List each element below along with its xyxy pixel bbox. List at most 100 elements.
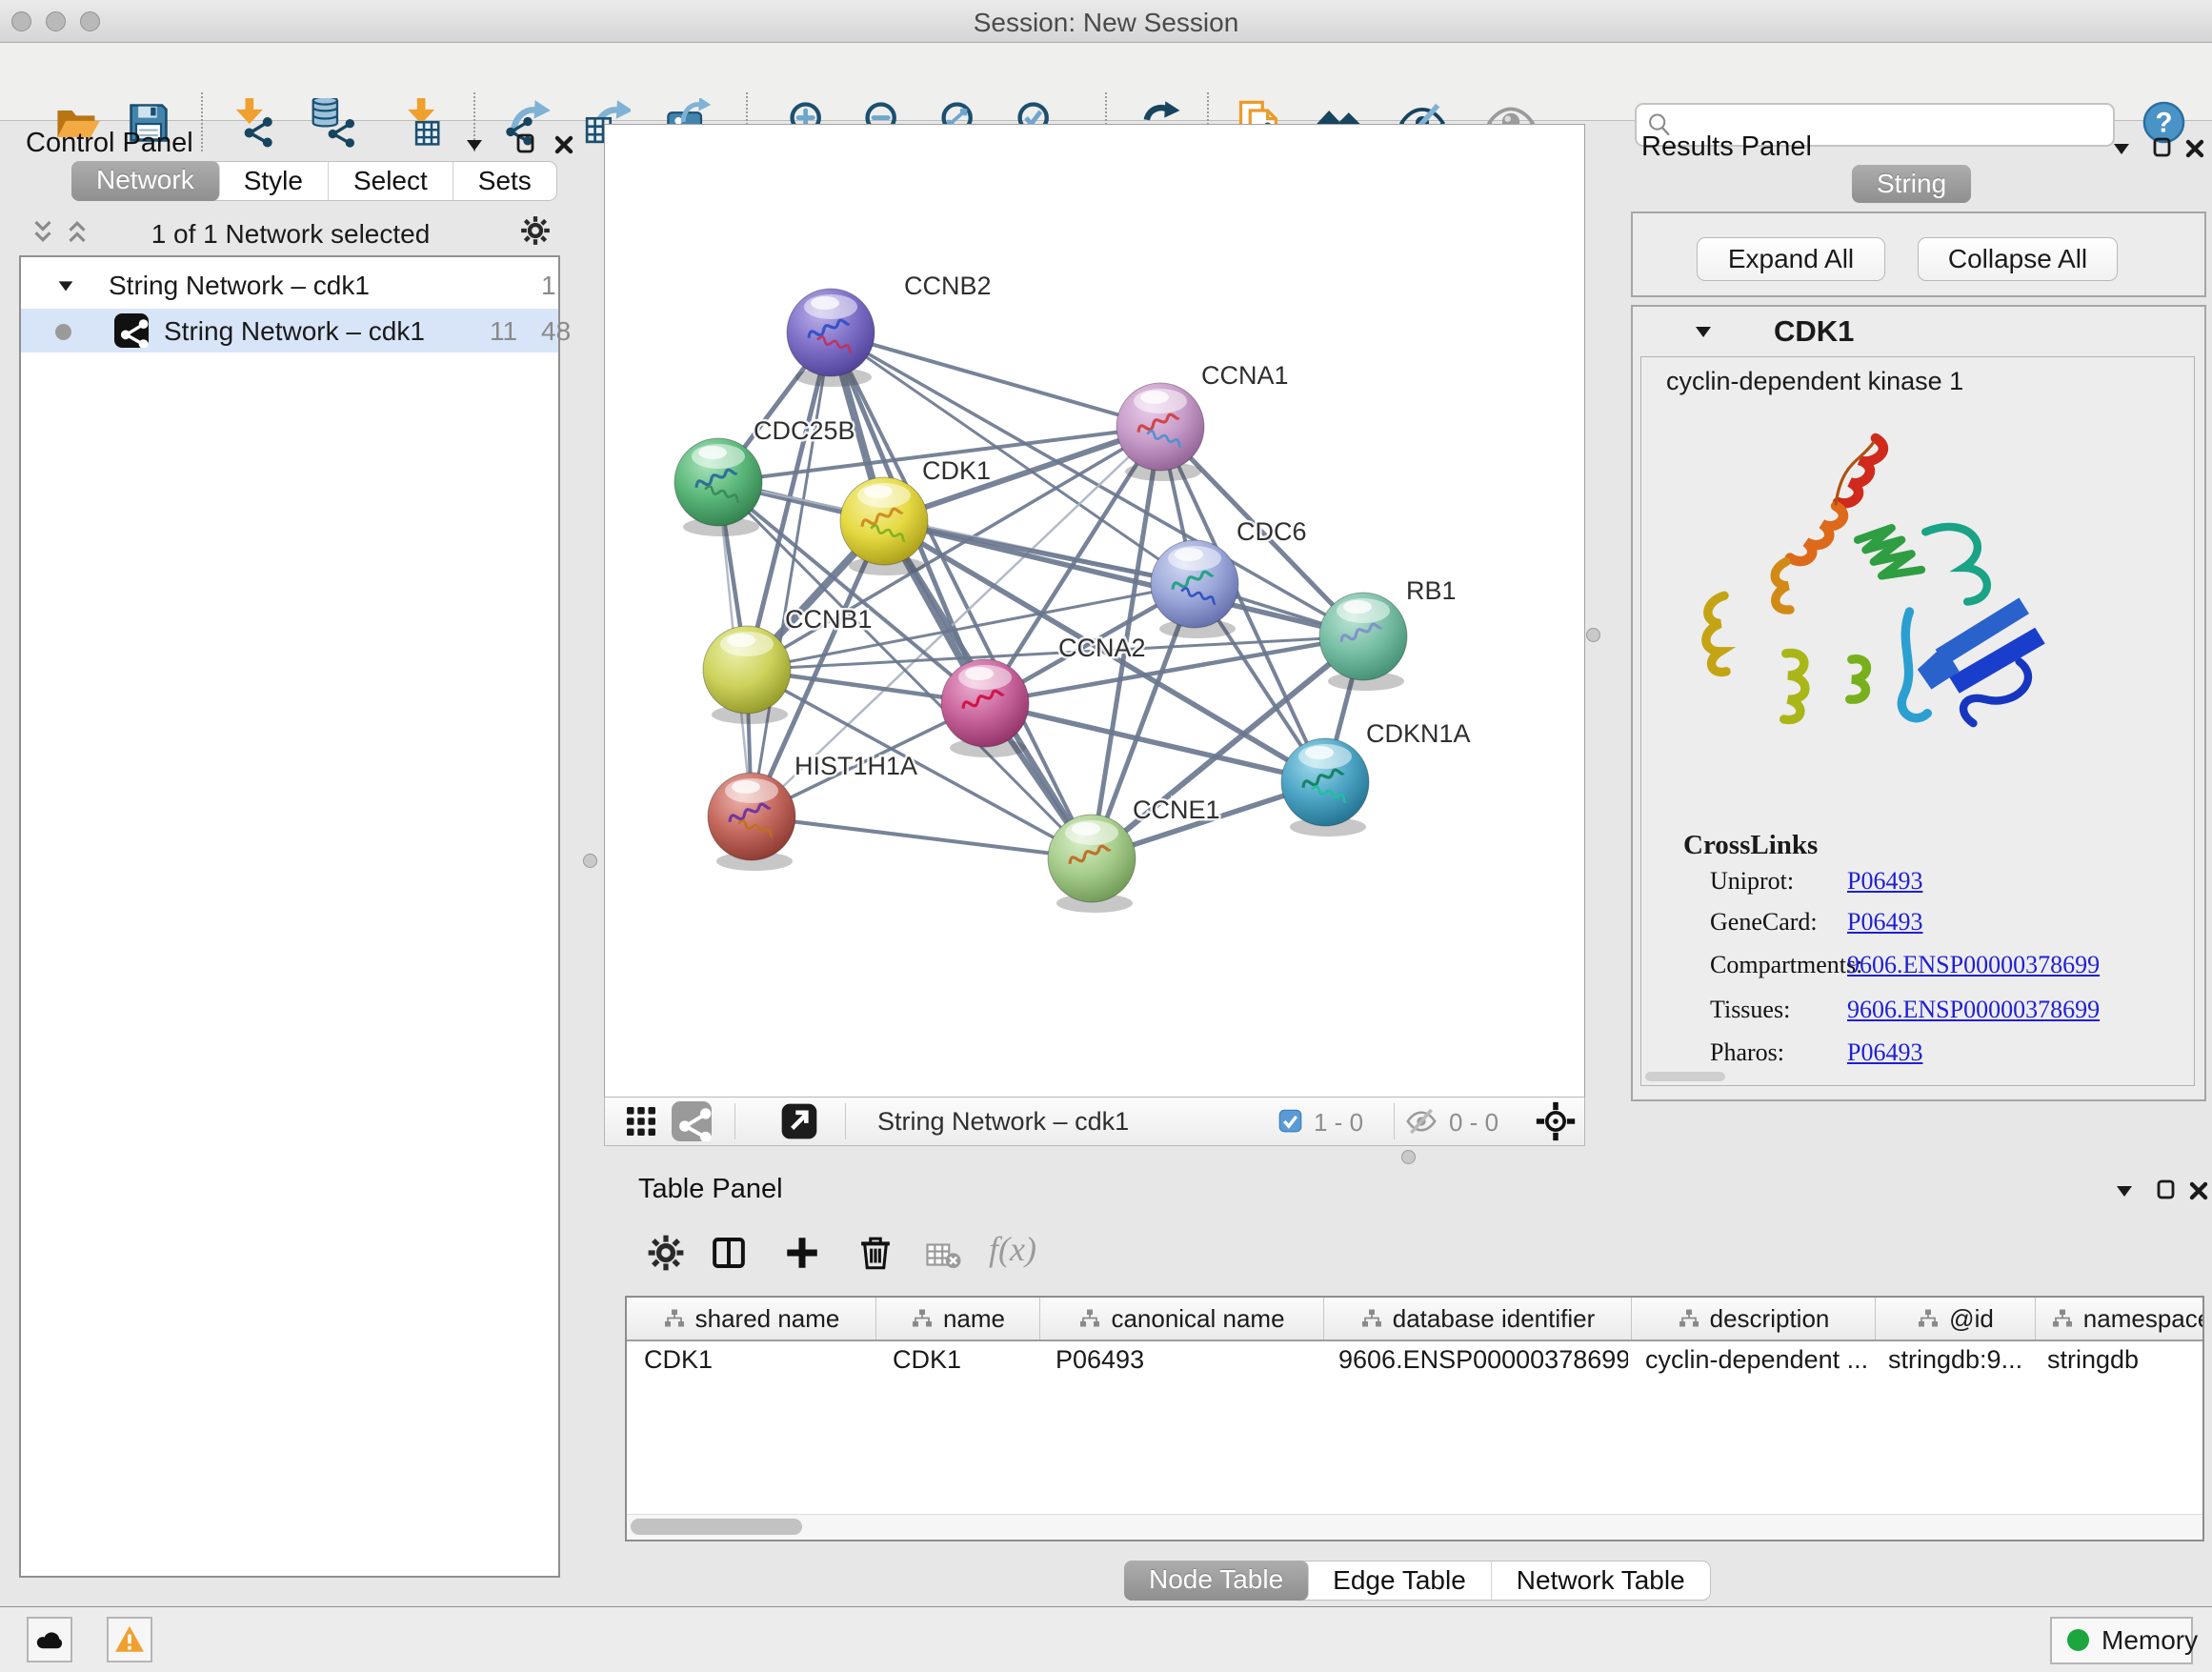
table-cell[interactable]: cyclin-dependent ... <box>1628 1340 1871 1380</box>
network-collection-row[interactable]: String Network – cdk1 1 <box>21 265 558 309</box>
node-CDK1[interactable]: CDK1 <box>840 456 991 575</box>
crosslink-row: Uniprot:P06493 <box>1710 867 1922 896</box>
column-header-canonical-name[interactable]: canonical name <box>1040 1298 1324 1340</box>
tab-string[interactable]: String <box>1852 165 1971 203</box>
control-panel-collapse-icon[interactable] <box>463 133 486 156</box>
column-header-description[interactable]: description <box>1632 1298 1876 1340</box>
attribute-icon <box>1678 1307 1700 1330</box>
collection-expander-icon[interactable] <box>55 275 76 296</box>
crosslink-link[interactable]: P06493 <box>1847 1038 1922 1066</box>
table-options-gear-icon[interactable] <box>646 1233 686 1273</box>
crosslink-row: GeneCard:P06493 <box>1710 908 1922 937</box>
control-panel-close-icon[interactable] <box>553 133 575 156</box>
node-CDC6[interactable]: CDC6 <box>1151 517 1307 638</box>
table-hscrollbar-thumb[interactable] <box>631 1519 802 1535</box>
tab-node-table[interactable]: Node Table <box>1124 1561 1309 1601</box>
toolbar-separator <box>1394 1103 1395 1139</box>
selected-checkbox-icon[interactable] <box>1277 1108 1303 1134</box>
crosslink-link[interactable]: P06493 <box>1847 908 1922 936</box>
crosslink-row: Pharos:P06493 <box>1710 1038 1922 1067</box>
network-label: String Network – cdk1 <box>164 316 425 347</box>
network-tree: String Network – cdk1 1 String Network –… <box>19 255 560 1578</box>
add-column-icon[interactable] <box>782 1233 822 1273</box>
grid-view-icon[interactable] <box>622 1102 660 1140</box>
crosslink-label: Tissues: <box>1710 996 1847 1024</box>
edge-CCNB2-HIST1H1A[interactable] <box>752 332 831 816</box>
tab-style[interactable]: Style <box>219 162 329 200</box>
table-cell[interactable]: 9606.ENSP00000378699 <box>1321 1340 1628 1380</box>
collapse-all-button[interactable]: Collapse All <box>1918 237 2118 281</box>
column-header--id[interactable]: @id <box>1876 1298 2036 1340</box>
node-label: CDK1 <box>922 456 991 485</box>
crosslink-link[interactable]: 9606.ENSP00000378699 <box>1847 996 2100 1023</box>
results-panel-float-icon[interactable] <box>2151 136 2174 159</box>
node-RB1[interactable]: RB1 <box>1319 576 1457 691</box>
network-options-gear-icon[interactable] <box>519 214 552 247</box>
right-splitter-handle[interactable] <box>1586 628 1600 642</box>
collapse-all-networks-icon[interactable] <box>29 217 57 246</box>
share-view-icon[interactable] <box>672 1101 712 1141</box>
results-panel-collapse-icon[interactable] <box>2110 137 2133 160</box>
current-network-title: String Network – cdk1 <box>877 1107 1129 1137</box>
toolbar-separator <box>734 1103 735 1139</box>
delete-table-icon <box>924 1235 964 1275</box>
attribute-icon <box>911 1307 934 1330</box>
toolbar-separator <box>845 1103 846 1139</box>
column-header-namespace[interactable]: namespace <box>2036 1298 2204 1340</box>
table-cell[interactable]: stringdb <box>2030 1340 2204 1380</box>
column-header-label: database identifier <box>1393 1304 1595 1334</box>
birds-eye-crosshair-icon[interactable] <box>1535 1100 1577 1142</box>
results-actions-box: Expand All Collapse All <box>1631 212 2206 297</box>
entry-collapse-icon[interactable] <box>1692 320 1715 343</box>
column-header-label: canonical name <box>1111 1304 1284 1334</box>
table-cell[interactable]: CDK1 <box>875 1340 1038 1380</box>
table-panel-float-icon[interactable] <box>2155 1178 2178 1201</box>
results-panel-close-icon[interactable] <box>2183 137 2206 160</box>
edge-CCNB2-CCNA1[interactable] <box>831 332 1160 427</box>
table-panel-collapse-icon[interactable] <box>2113 1179 2136 1202</box>
warning-icon[interactable] <box>107 1617 152 1662</box>
column-header-name[interactable]: name <box>876 1298 1040 1340</box>
show-columns-icon[interactable] <box>709 1233 749 1273</box>
detach-view-icon[interactable] <box>778 1100 820 1142</box>
node-CCNE1[interactable]: CCNE1 <box>1048 796 1220 913</box>
control-panel-float-icon[interactable] <box>514 132 537 155</box>
results-hscrollbar-thumb[interactable] <box>1645 1072 1725 1081</box>
cloud-icon[interactable] <box>27 1617 72 1662</box>
table-cell[interactable]: stringdb:9... <box>1871 1340 2030 1380</box>
bottom-splitter-handle[interactable] <box>1401 1150 1416 1164</box>
column-header-label: @id <box>1949 1304 1994 1334</box>
table-panel-close-icon[interactable] <box>2187 1179 2210 1202</box>
tab-network-table[interactable]: Network Table <box>1492 1561 1710 1600</box>
expand-all-button[interactable]: Expand All <box>1697 237 1885 281</box>
edge-HIST1H1A-CCNE1[interactable] <box>752 816 1092 858</box>
table-cell[interactable]: P06493 <box>1038 1340 1321 1380</box>
function-builder-icon: f(x) <box>989 1229 1036 1269</box>
node-CDKN1A[interactable]: CDKN1A <box>1281 719 1471 836</box>
table-cell[interactable]: CDK1 <box>627 1340 875 1380</box>
column-header-shared-name[interactable]: shared name <box>627 1298 876 1340</box>
tab-sets[interactable]: Sets <box>453 162 556 200</box>
memory-button[interactable]: Memory <box>2050 1617 2193 1664</box>
crosslink-link[interactable]: P06493 <box>1847 867 1922 895</box>
tab-edge-table[interactable]: Edge Table <box>1308 1561 1492 1600</box>
node-CCNA1[interactable]: CCNA1 <box>1116 361 1289 481</box>
current-network-dot-icon <box>55 324 71 340</box>
node-CCNA2[interactable]: CCNA2 <box>941 634 1146 757</box>
network-canvas[interactable]: CCNB2CCNA1CDC25BCDK1CDC6RB1CCNB1CCNA2CDK… <box>604 124 1585 1098</box>
column-header-database-identifier[interactable]: database identifier <box>1324 1298 1632 1340</box>
tab-network[interactable]: Network <box>71 161 220 201</box>
network-row[interactable]: String Network – cdk1 11 48 <box>21 309 558 353</box>
attribute-icon <box>1917 1307 1940 1330</box>
attribute-icon <box>1078 1307 1101 1330</box>
attribute-icon <box>2051 1307 2074 1330</box>
delete-column-trash-icon[interactable] <box>855 1233 895 1273</box>
tab-select[interactable]: Select <box>329 162 453 200</box>
node-HIST1H1A[interactable]: HIST1H1A <box>708 752 917 871</box>
left-splitter-handle[interactable] <box>583 854 597 868</box>
table-row[interactable]: CDK1CDK1P064939606.ENSP00000378699cyclin… <box>627 1340 2204 1380</box>
expand-all-networks-icon[interactable] <box>63 217 91 246</box>
crosslink-link[interactable]: 9606.ENSP00000378699 <box>1847 951 2100 978</box>
node-label: CCNA1 <box>1201 361 1289 390</box>
collection-count: 1 <box>541 271 556 301</box>
